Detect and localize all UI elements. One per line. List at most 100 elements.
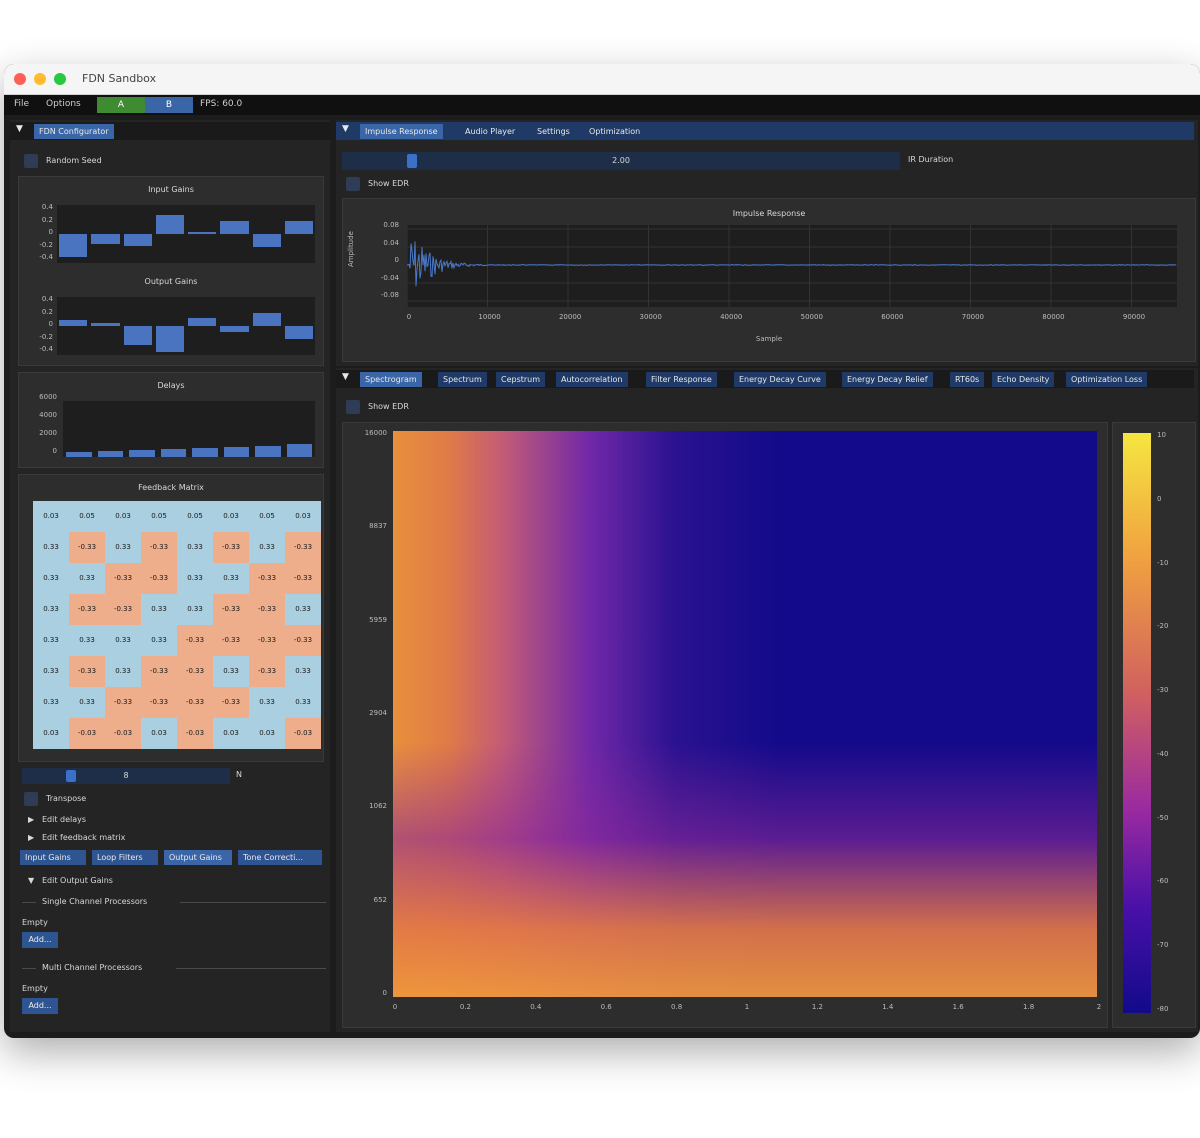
matrix-cell[interactable]: -0.03 [69,718,105,749]
matrix-cell[interactable]: -0.33 [213,532,249,563]
matrix-cell[interactable]: 0.33 [69,625,105,656]
gain-bar[interactable] [220,221,249,234]
delays-plot[interactable] [63,401,315,457]
collapse-triangle-icon[interactable]: ▼ [342,372,349,382]
gain-bar[interactable] [220,326,249,333]
matrix-cell[interactable]: -0.33 [69,532,105,563]
matrix-cell[interactable]: -0.33 [105,594,141,625]
menu-options[interactable]: Options [46,99,81,109]
tab-filter-response[interactable]: Filter Response [646,372,717,387]
matrix-cell[interactable]: 0.33 [33,625,69,656]
tab-optimization[interactable]: Optimization [584,124,645,139]
matrix-cell[interactable]: 0.03 [105,501,141,532]
matrix-cell[interactable]: 0.33 [69,687,105,718]
toggle-button-b[interactable]: B [145,97,193,113]
matrix-cell[interactable]: -0.33 [249,594,285,625]
matrix-cell[interactable]: 0.33 [141,594,177,625]
feedback-matrix-heatmap[interactable]: 0.03 0.05 0.03 0.05 0.05 0.03 0.05 0.03 0.33 -0.3… [33,501,321,751]
n-slider[interactable]: 8 [22,768,230,784]
gain-bar[interactable] [59,319,88,326]
matrix-cell[interactable]: 0.33 [105,625,141,656]
matrix-cell[interactable]: -0.33 [69,594,105,625]
matrix-cell[interactable]: 0.33 [285,656,321,687]
processor-tab[interactable]: Output Gains [164,850,232,865]
matrix-cell[interactable]: -0.33 [249,563,285,594]
matrix-cell[interactable]: 0.33 [177,532,213,563]
delay-bar[interactable] [223,446,249,457]
matrix-cell[interactable]: -0.33 [249,625,285,656]
ir-duration-slider[interactable]: 2.00 [342,152,900,170]
matrix-cell[interactable]: 0.33 [249,532,285,563]
matrix-cell[interactable]: -0.33 [141,532,177,563]
tab-cepstrum[interactable]: Cepstrum [496,372,546,387]
tab-echo-density[interactable]: Echo Density [992,372,1055,387]
matrix-cell[interactable]: 0.03 [249,718,285,749]
gain-bar[interactable] [284,326,313,339]
minimize-dot-icon[interactable] [34,73,46,85]
edit-feedback-node[interactable]: Edit feedback matrix [42,833,125,842]
matrix-cell[interactable]: -0.03 [177,718,213,749]
delay-bar[interactable] [255,445,281,457]
matrix-cell[interactable]: -0.33 [105,687,141,718]
matrix-cell[interactable]: 0.33 [33,532,69,563]
matrix-cell[interactable]: 0.33 [213,656,249,687]
tab-settings[interactable]: Settings [532,124,575,139]
spectrogram-show-edr-checkbox[interactable] [346,400,360,414]
tree-arrow-icon[interactable]: ▼ [28,876,34,885]
delay-bar[interactable] [97,450,123,457]
matrix-cell[interactable]: 0.33 [285,594,321,625]
matrix-cell[interactable]: 0.03 [33,501,69,532]
delay-bar[interactable] [160,448,186,457]
tab-fdn-configurator[interactable]: FDN Configurator [34,124,114,139]
matrix-cell[interactable]: 0.05 [249,501,285,532]
matrix-cell[interactable]: 0.33 [33,563,69,594]
processor-tab[interactable]: Tone Correcti... [238,850,322,865]
gain-bar[interactable] [91,234,120,244]
matrix-cell[interactable]: -0.33 [105,563,141,594]
edit-output-gains-node[interactable]: Edit Output Gains [42,876,113,885]
tab-spectrum[interactable]: Spectrum [438,372,487,387]
show-edr-checkbox[interactable] [346,177,360,191]
collapse-triangle-icon[interactable]: ▼ [16,124,23,134]
matrix-cell[interactable]: -0.33 [285,532,321,563]
processor-tab[interactable]: Loop Filters [92,850,158,865]
input-gains-plot[interactable] [57,205,315,263]
delay-bar[interactable] [286,443,312,457]
matrix-cell[interactable]: -0.33 [177,625,213,656]
matrix-cell[interactable]: 0.33 [105,656,141,687]
matrix-cell[interactable]: 0.05 [69,501,105,532]
close-dot-icon[interactable] [14,73,26,85]
gain-bar[interactable] [284,221,313,234]
matrix-cell[interactable]: -0.33 [285,625,321,656]
matrix-cell[interactable]: 0.33 [285,687,321,718]
matrix-cell[interactable]: -0.33 [141,656,177,687]
matrix-cell[interactable]: -0.33 [285,563,321,594]
matrix-cell[interactable]: 0.33 [141,625,177,656]
matrix-cell[interactable]: 0.33 [33,687,69,718]
transpose-checkbox[interactable] [24,792,38,806]
tree-arrow-icon[interactable]: ▶ [28,815,34,824]
matrix-cell[interactable]: 0.33 [69,563,105,594]
matrix-cell[interactable]: 0.33 [177,563,213,594]
matrix-cell[interactable]: 0.33 [213,563,249,594]
matrix-cell[interactable]: 0.05 [141,501,177,532]
matrix-cell[interactable]: 0.03 [285,501,321,532]
zoom-dot-icon[interactable] [54,73,66,85]
delay-bar[interactable] [129,449,155,457]
matrix-cell[interactable]: -0.33 [141,687,177,718]
matrix-cell[interactable]: 0.33 [105,532,141,563]
tab-energy-decay-curve[interactable]: Energy Decay Curve [734,372,826,387]
add-multi-processor-button[interactable]: Add... [22,998,58,1014]
gain-bar[interactable] [188,318,217,326]
tab-autocorrelation[interactable]: Autocorrelation [556,372,628,387]
spectrogram-heatmap[interactable] [393,431,1097,997]
tab-rt60s[interactable]: RT60s [950,372,985,387]
matrix-cell[interactable]: -0.33 [213,625,249,656]
add-single-processor-button[interactable]: Add... [22,932,58,948]
random-seed-checkbox[interactable] [24,154,38,168]
matrix-cell[interactable]: -0.03 [105,718,141,749]
matrix-cell[interactable]: -0.33 [177,687,213,718]
processor-tab[interactable]: Input Gains [20,850,86,865]
tab-impulse-response[interactable]: Impulse Response [360,124,443,139]
tree-arrow-icon[interactable]: ▶ [28,833,34,842]
